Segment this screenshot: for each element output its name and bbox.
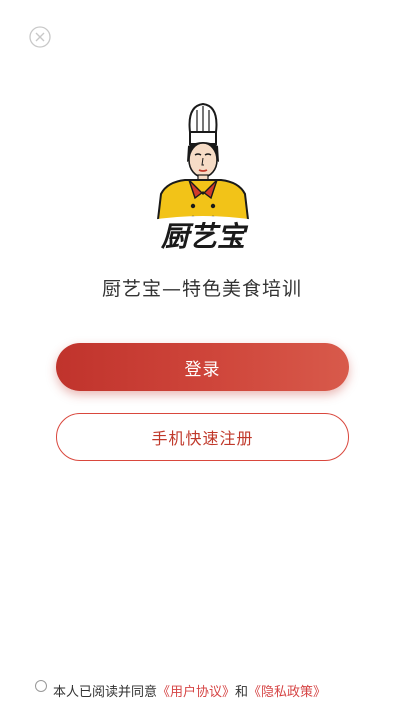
chef-logo: 厨艺宝 bbox=[145, 102, 261, 254]
agreement-checkbox[interactable] bbox=[35, 680, 47, 692]
agreement-row: 本人已阅读并同意 《用户协议》 和 《隐私政策》 bbox=[35, 680, 326, 700]
close-icon[interactable] bbox=[29, 26, 51, 48]
phone-register-button[interactable]: 手机快速注册 bbox=[56, 413, 349, 461]
logo-brand-text: 厨艺宝 bbox=[160, 220, 249, 253]
agreement-conjunction: 和 bbox=[235, 684, 249, 700]
agreement-text: 本人已阅读并同意 bbox=[53, 684, 158, 700]
user-agreement-link[interactable]: 《用户协议》 bbox=[157, 681, 235, 700]
app-title: 厨艺宝—特色美食培训 bbox=[101, 278, 302, 300]
login-button[interactable]: 登录 bbox=[56, 343, 349, 391]
privacy-policy-link[interactable]: 《隐私政策》 bbox=[248, 681, 326, 700]
